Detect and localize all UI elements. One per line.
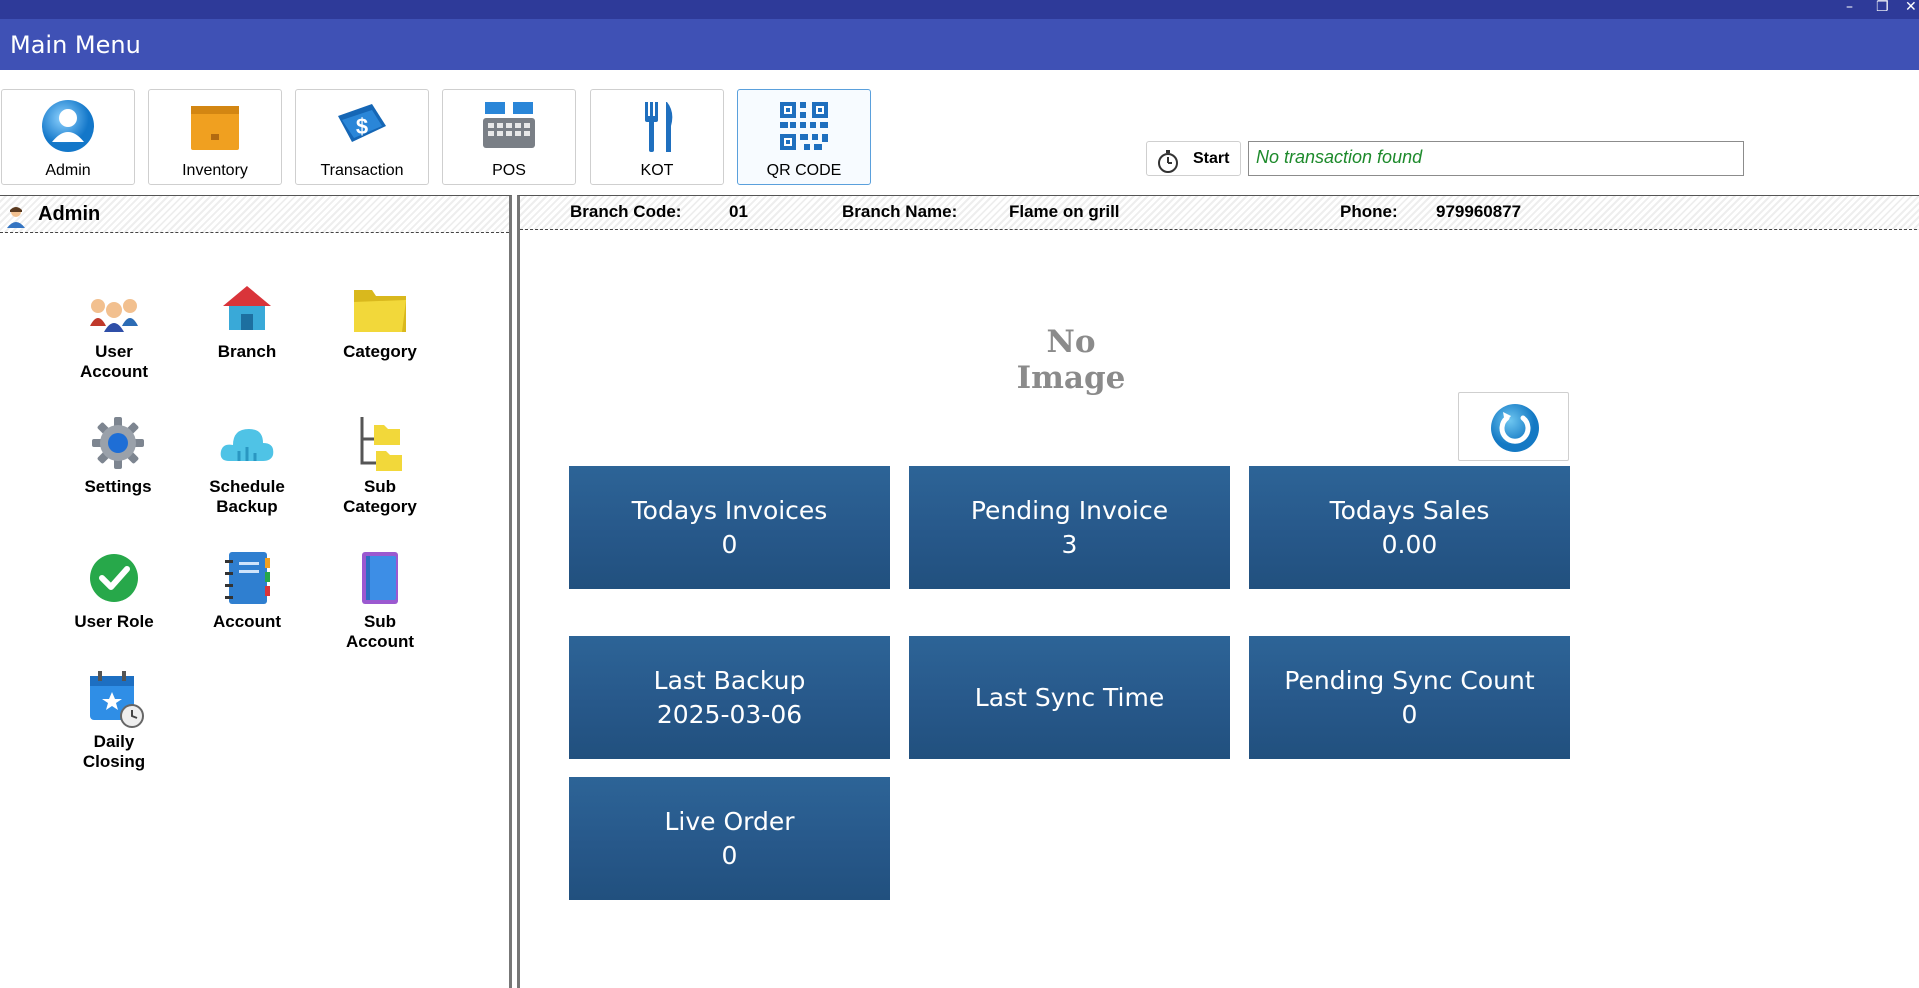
admin-panel-title: Admin	[38, 203, 101, 225]
tile-value: 0	[721, 840, 738, 870]
tile-title: Live Order	[664, 806, 795, 836]
admin-item-account[interactable]: Account	[180, 546, 314, 632]
pos-register-icon	[483, 102, 535, 148]
phone-value: 979960877	[1436, 202, 1522, 221]
toolbar-transaction-button[interactable]: $ Transaction	[295, 89, 429, 185]
admin-item-label: Sub Account	[346, 612, 414, 651]
toolbar-label: POS	[492, 162, 526, 179]
svg-text:$: $	[356, 114, 368, 139]
no-image-placeholder: No Image	[1016, 324, 1126, 396]
admin-item-category[interactable]: Category	[313, 276, 447, 362]
admin-item-user-role[interactable]: User Role	[47, 546, 181, 632]
tile-value: 3	[1061, 529, 1078, 559]
window-top-strip: – ❐ ✕	[0, 0, 1919, 19]
inventory-box-icon	[191, 106, 239, 150]
tile-title: Pending Sync Count	[1284, 665, 1535, 695]
toolbar-label: Inventory	[182, 162, 248, 179]
start-timer-button[interactable]: Start	[1146, 141, 1241, 176]
tile-title: Todays Sales	[1329, 495, 1490, 525]
admin-item-schedule-backup[interactable]: Schedule Backup	[180, 411, 314, 517]
toolbar-admin-button[interactable]: Admin	[1, 89, 135, 185]
tile-value: 0.00	[1381, 529, 1438, 559]
admin-item-settings[interactable]: Settings	[51, 411, 185, 497]
users-icon	[90, 299, 138, 332]
toolbar-label: Transaction	[320, 162, 404, 179]
cloud-icon	[220, 429, 274, 461]
admin-item-label: Sub Category	[343, 477, 417, 516]
admin-item-label: Account	[213, 612, 281, 631]
tile-title: Last Sync Time	[974, 682, 1165, 712]
admin-person-icon	[7, 207, 25, 228]
toolbar-pos-button[interactable]: POS	[442, 89, 576, 185]
kot-fork-knife-icon	[645, 102, 673, 152]
admin-item-label: User Account	[80, 342, 148, 381]
admin-panel-header: Admin	[0, 196, 509, 233]
toolbar-label: KOT	[640, 162, 674, 179]
toolbar-kot-button[interactable]: KOT	[590, 89, 724, 185]
admin-item-label: Category	[343, 342, 417, 361]
admin-item-label: Schedule Backup	[209, 477, 285, 516]
admin-item-label: User Role	[74, 612, 154, 631]
refresh-icon	[1491, 404, 1539, 452]
branch-code-label: Branch Code:	[570, 202, 682, 221]
admin-item-label: Settings	[84, 477, 152, 496]
gear-icon	[92, 417, 144, 469]
tile-title: Pending Invoice	[970, 495, 1169, 525]
admin-item-daily-closing[interactable]: Daily Closing	[47, 666, 181, 772]
toolbar-inventory-button[interactable]: Inventory	[148, 89, 282, 185]
transaction-status-field: No transaction found	[1248, 141, 1744, 176]
admin-item-sub-account[interactable]: Sub Account	[313, 546, 447, 652]
tile-value: 2025-03-06	[656, 699, 803, 729]
live-order-tile[interactable]: Live Order 0	[569, 777, 890, 900]
notebook-icon	[362, 552, 398, 604]
start-label: Start	[1193, 150, 1230, 167]
admin-panel: Admin User Account Branch Category Setti…	[0, 195, 512, 988]
admin-item-branch[interactable]: Branch	[180, 276, 314, 362]
transaction-dollar-icon: $	[338, 104, 386, 142]
folder-icon	[354, 290, 406, 332]
last-backup-tile[interactable]: Last Backup 2025-03-06	[569, 636, 890, 759]
stopwatch-icon	[1158, 150, 1178, 173]
checkmark-badge-icon	[90, 554, 138, 602]
todays-invoices-tile[interactable]: Todays Invoices 0	[569, 466, 890, 589]
pending-invoice-tile[interactable]: Pending Invoice 3	[909, 466, 1230, 589]
tile-title: Todays Invoices	[631, 495, 828, 525]
title-bar: Main Menu	[0, 19, 1919, 70]
tile-title: Last Backup	[653, 665, 806, 695]
toolbar-label: Admin	[45, 162, 91, 179]
toolbar-label: QR CODE	[766, 162, 842, 179]
admin-item-sub-category[interactable]: Sub Category	[313, 411, 447, 517]
admin-item-label: Branch	[217, 342, 277, 361]
folder-tree-icon	[360, 417, 402, 471]
refresh-button[interactable]	[1458, 392, 1569, 461]
pending-sync-count-tile[interactable]: Pending Sync Count 0	[1249, 636, 1570, 759]
window-title: Main Menu	[10, 31, 141, 59]
toolbar-qr-code-button[interactable]: QR CODE	[737, 89, 871, 185]
last-sync-time-tile[interactable]: Last Sync Time	[909, 636, 1230, 759]
transaction-status-text: No transaction found	[1256, 147, 1423, 167]
branch-code-value: 01	[729, 202, 748, 221]
phone-label: Phone:	[1340, 202, 1398, 221]
ledger-book-icon	[225, 552, 270, 604]
minimize-icon[interactable]: –	[1846, 0, 1853, 14]
calendar-clock-icon	[90, 671, 144, 728]
admin-item-label: Daily Closing	[82, 732, 146, 771]
admin-item-user-account[interactable]: User Account	[47, 276, 181, 382]
todays-sales-tile[interactable]: Todays Sales 0.00	[1249, 466, 1570, 589]
tile-value: 0	[1401, 699, 1418, 729]
admin-user-icon	[42, 100, 94, 152]
branch-name-label: Branch Name:	[842, 202, 958, 221]
branch-name-value: Flame on grill	[1009, 202, 1120, 221]
restore-icon[interactable]: ❐	[1876, 0, 1889, 14]
qr-code-icon	[780, 102, 828, 150]
branch-info-bar: Branch Code: 01 Branch Name: Flame on gr…	[520, 196, 1919, 230]
close-icon[interactable]: ✕	[1905, 0, 1917, 14]
tile-value: 0	[721, 529, 738, 559]
house-icon	[223, 286, 271, 330]
